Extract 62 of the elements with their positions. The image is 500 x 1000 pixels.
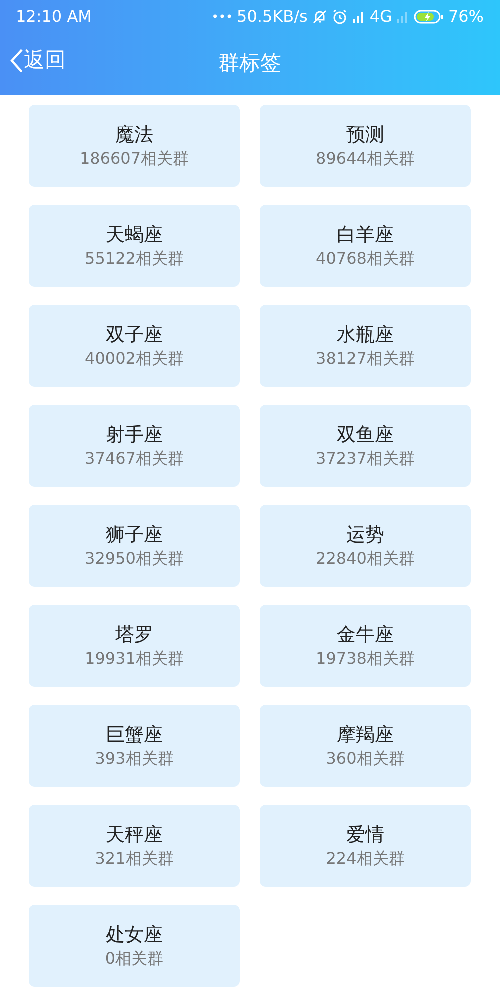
group-count: 40768相关群 — [316, 248, 415, 270]
tag-name: 巨蟹座 — [106, 723, 163, 748]
tag-card[interactable]: 天秤座 321相关群 — [29, 805, 240, 887]
tag-card[interactable]: 白羊座 40768相关群 — [260, 205, 471, 287]
tag-card[interactable]: 双鱼座 37237相关群 — [260, 405, 471, 487]
tag-card[interactable]: 双子座 40002相关群 — [29, 305, 240, 387]
group-count: 89644相关群 — [316, 148, 415, 170]
group-count: 0相关群 — [105, 948, 164, 970]
tag-name: 白羊座 — [337, 223, 394, 248]
tag-name: 双子座 — [106, 323, 163, 348]
tag-card[interactable]: 塔罗 19931相关群 — [29, 605, 240, 687]
bell-off-icon — [312, 8, 328, 24]
tag-card[interactable]: 运势 22840相关群 — [260, 505, 471, 587]
tag-name: 摩羯座 — [337, 723, 394, 748]
group-count: 22840相关群 — [316, 548, 415, 570]
battery-icon — [414, 8, 444, 24]
battery-percent: 76% — [448, 6, 484, 28]
status-time: 12:10 AM — [16, 6, 92, 28]
tag-name: 处女座 — [106, 923, 163, 948]
group-count: 360相关群 — [326, 748, 405, 770]
network-type: 4G — [370, 6, 392, 28]
tag-name: 塔罗 — [116, 623, 154, 648]
group-count: 40002相关群 — [85, 348, 184, 370]
tag-name: 狮子座 — [106, 523, 163, 548]
tag-name: 魔法 — [116, 123, 154, 148]
tag-name: 天秤座 — [106, 823, 163, 848]
group-count: 19931相关群 — [85, 648, 184, 670]
back-icon — [10, 48, 24, 74]
tag-card[interactable]: 预测 89644相关群 — [260, 105, 471, 187]
group-count: 19738相关群 — [316, 648, 415, 670]
tag-card[interactable]: 射手座 37467相关群 — [29, 405, 240, 487]
tag-card[interactable]: 爱情 224相关群 — [260, 805, 471, 887]
tag-name: 金牛座 — [337, 623, 394, 648]
tag-name: 天蝎座 — [106, 223, 163, 248]
tag-card[interactable]: 巨蟹座 393相关群 — [29, 705, 240, 787]
tag-name: 爱情 — [346, 823, 384, 848]
tag-card[interactable]: 魔法 186607相关群 — [29, 105, 240, 187]
group-count: 393相关群 — [95, 748, 174, 770]
group-count: 32950相关群 — [85, 548, 184, 570]
group-count: 321相关群 — [95, 848, 174, 870]
tag-name: 预测 — [346, 123, 384, 148]
tag-name: 水瓶座 — [337, 323, 394, 348]
group-count: 55122相关群 — [85, 248, 184, 270]
tag-card[interactable]: 水瓶座 38127相关群 — [260, 305, 471, 387]
tag-name: 射手座 — [106, 423, 163, 448]
tag-name: 双鱼座 — [337, 423, 394, 448]
tag-card[interactable]: 天蝎座 55122相关群 — [29, 205, 240, 287]
group-count: 37467相关群 — [85, 448, 184, 470]
tag-name: 运势 — [346, 523, 384, 548]
group-count: 186607相关群 — [80, 148, 190, 170]
group-count: 37237相关群 — [316, 448, 415, 470]
group-count: 224相关群 — [326, 848, 405, 870]
tag-card[interactable]: 金牛座 19738相关群 — [260, 605, 471, 687]
group-count: 38127相关群 — [316, 348, 415, 370]
network-speed: 50.5KB/s — [237, 6, 308, 28]
tag-card[interactable]: 摩羯座 360相关群 — [260, 705, 471, 787]
signal-icon — [352, 10, 366, 24]
tag-card[interactable]: 狮子座 32950相关群 — [29, 505, 240, 587]
page-title: 群标签 — [218, 50, 282, 78]
status-dots: ••• — [212, 8, 234, 26]
alarm-icon — [332, 8, 348, 24]
tag-card[interactable]: 处女座 0相关群 — [29, 905, 240, 987]
